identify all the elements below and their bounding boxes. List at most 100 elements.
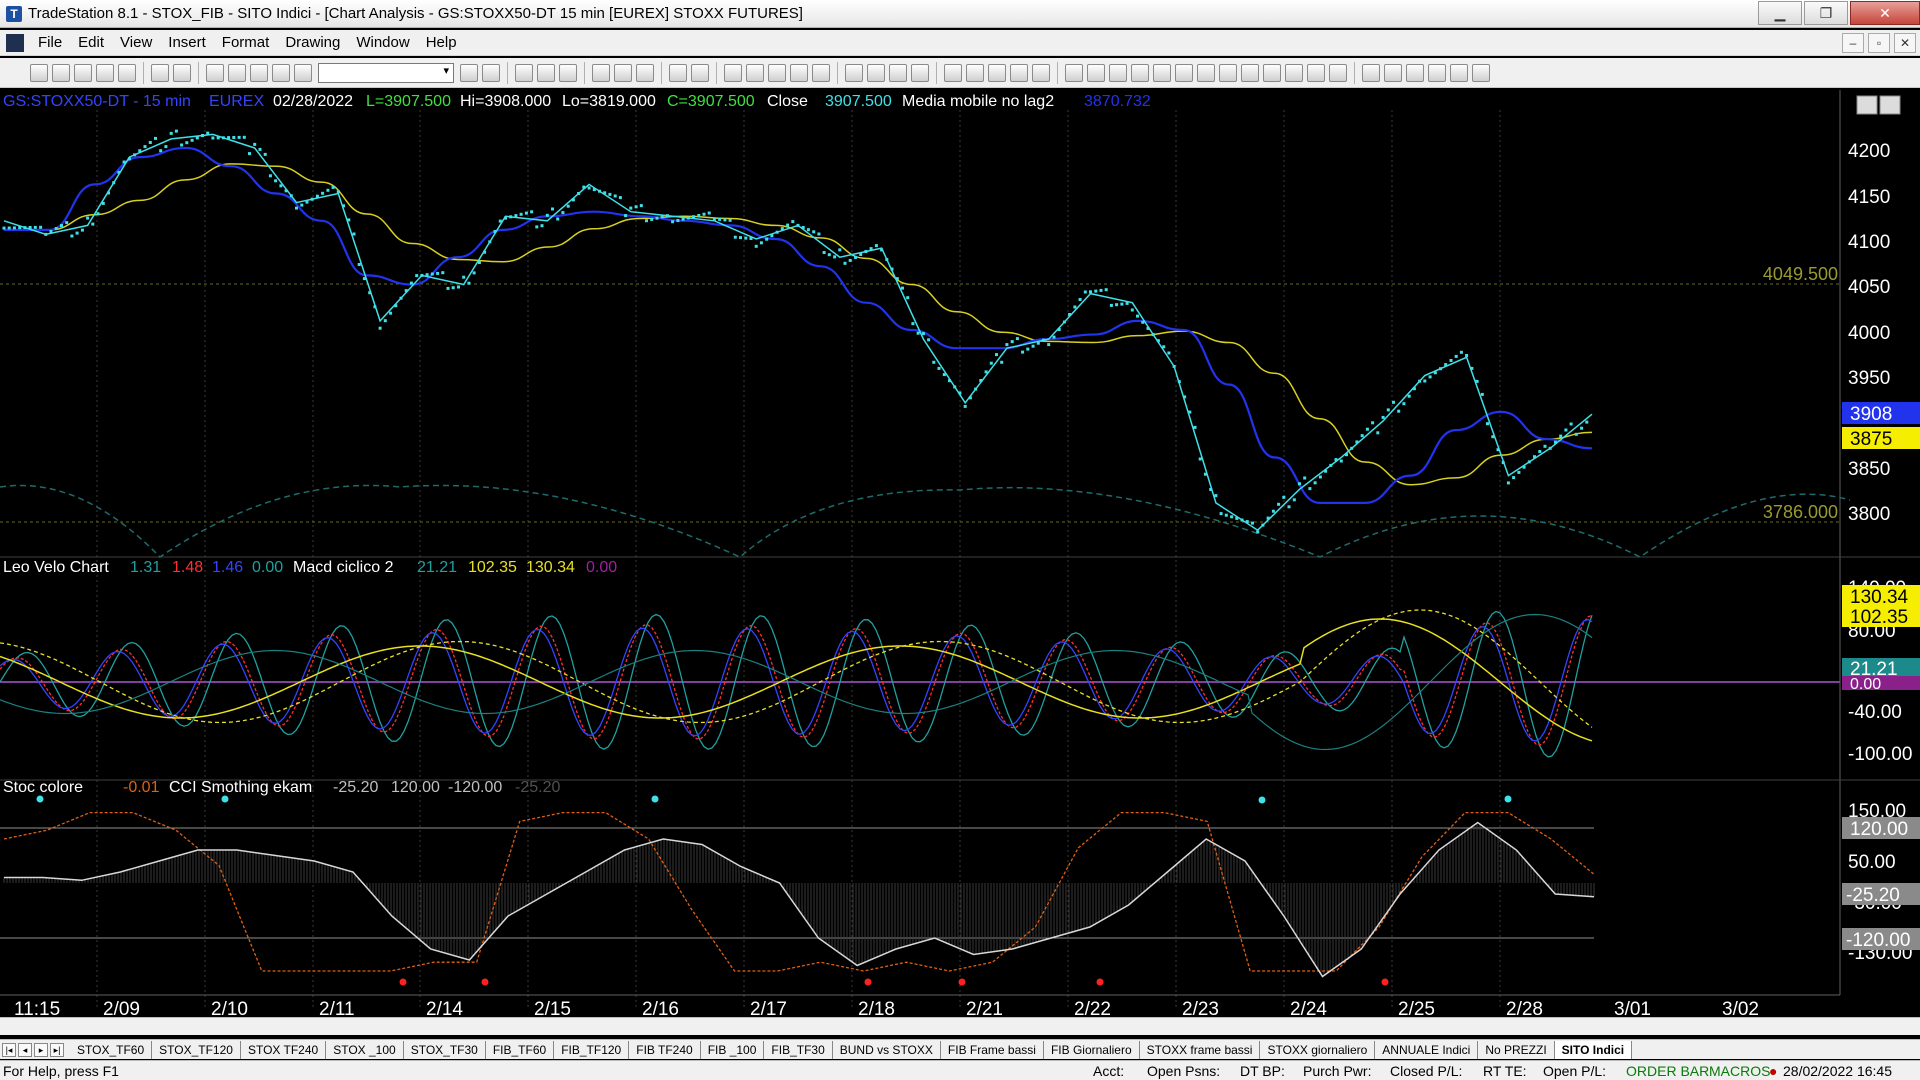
maximize-button[interactable]: ❐ [1804,1,1848,25]
tab-fib-tf60[interactable]: FIB_TF60 [486,1040,555,1059]
bar-spacing-icon[interactable] [845,63,863,82]
gann-fan-icon[interactable] [1219,63,1237,82]
symbol-dropdown[interactable]: ▾ [318,62,454,83]
trendline-icon[interactable] [1065,63,1083,82]
menu-window[interactable]: Window [348,34,417,51]
menu-format[interactable]: Format [214,34,278,51]
pane-restore-button[interactable] [1879,95,1901,115]
tile-icon[interactable] [206,63,224,82]
tab-prev-icon[interactable]: ◂ [18,1042,32,1057]
insert-strategy-icon[interactable] [614,63,632,82]
menu-help[interactable]: Help [418,34,465,51]
mdi-close-button[interactable]: ✕ [1894,33,1916,53]
tab-fib-tf30[interactable]: FIB_TF30 [764,1040,833,1059]
cursor-data-icon[interactable] [966,63,984,82]
regression-icon[interactable] [1362,63,1380,82]
volume-icon[interactable] [790,63,808,82]
tab-sito-indici[interactable]: SITO Indici [1554,1040,1633,1059]
pane-minimize-button[interactable] [1856,95,1878,115]
tab-fib-giornaliero[interactable]: FIB Giornaliero [1044,1040,1140,1059]
scroll-icon[interactable] [867,63,885,82]
arrow-icon[interactable] [1241,63,1259,82]
tab-annuale-indici[interactable]: ANNUALE Indici [1375,1040,1479,1059]
macros-indicator[interactable]: MACROS [1709,1063,1770,1079]
tab-fib-tf240[interactable]: FIB TF240 [629,1040,701,1059]
tab-stoxx-frame-bassi[interactable]: STOXX frame bassi [1140,1040,1261,1059]
data-window-icon[interactable] [812,63,830,82]
close-button[interactable]: ✕ [1850,1,1920,25]
tab-fib-frame-bassi[interactable]: FIB Frame bassi [941,1040,1044,1059]
new-icon[interactable] [30,63,48,82]
text-icon[interactable] [1472,63,1490,82]
lock-icon[interactable] [250,63,268,82]
fib-retracement-icon[interactable] [1153,63,1171,82]
rectangle-icon[interactable] [1450,63,1468,82]
up-arrow-icon[interactable] [1406,63,1424,82]
open-workspace-icon[interactable] [74,63,92,82]
arc-icon[interactable] [1307,63,1325,82]
vertical-line-icon[interactable] [1087,63,1105,82]
pointer-icon[interactable] [944,63,962,82]
menu-drawing[interactable]: Drawing [277,34,348,51]
tab-fib-tf120[interactable]: FIB_TF120 [554,1040,630,1059]
order-bar-indicator[interactable]: ORDER BAR [1626,1063,1709,1079]
cycle-icon[interactable] [1285,63,1303,82]
bar-style-icon[interactable] [724,63,742,82]
tab-last-icon[interactable]: ▸| [50,1042,64,1057]
save-workspace-icon[interactable] [118,63,136,82]
insert-analysis-icon[interactable] [592,63,610,82]
radarscreen-icon[interactable] [691,63,709,82]
horizontal-scrollbar[interactable] [0,1017,1920,1035]
line-style-icon[interactable] [768,63,786,82]
tab-fib-100[interactable]: FIB _100 [701,1040,765,1059]
candle-style-icon[interactable] [746,63,764,82]
minimize-button[interactable]: ▁ [1758,1,1802,25]
save-icon[interactable] [96,63,114,82]
print-icon[interactable] [151,63,169,82]
alert-icon[interactable] [1010,63,1028,82]
calculator-icon[interactable] [559,63,577,82]
cascade-icon[interactable] [228,63,246,82]
ellipse-icon[interactable] [1428,63,1446,82]
price-dot [101,201,105,205]
zoom-in-icon[interactable] [889,63,907,82]
go-arrow-icon[interactable] [460,63,478,82]
tab-stox-tf120[interactable]: STOX_TF120 [152,1040,241,1059]
menu-file[interactable]: File [30,34,70,51]
tab-stox-tf240[interactable]: STOX TF240 [241,1040,327,1059]
page-icon[interactable] [272,63,290,82]
pen-icon[interactable] [1329,63,1347,82]
tab-first-icon[interactable]: |◂ [2,1042,16,1057]
chart-analysis-icon[interactable] [669,63,687,82]
format-symbol-icon[interactable] [537,63,555,82]
help-icon[interactable] [1032,63,1050,82]
menu-insert[interactable]: Insert [160,34,214,51]
menu-view[interactable]: View [112,34,160,51]
horizontal-line-icon[interactable] [1109,63,1127,82]
tab-stox-tf30[interactable]: STOX_TF30 [404,1040,486,1059]
tab-stox-100[interactable]: STOX _100 [326,1040,404,1059]
tab-no-prezzi[interactable]: No PREZZI [1478,1040,1555,1059]
print-preview-icon[interactable] [173,63,191,82]
menu-edit[interactable]: Edit [70,34,112,51]
andrews-pitchfork-icon[interactable] [1263,63,1281,82]
zoom-out-icon[interactable] [911,63,929,82]
tab-bund-vs-stoxx[interactable]: BUND vs STOXX [833,1040,941,1059]
fib-extension-icon[interactable] [1175,63,1193,82]
tab-next-icon[interactable]: ▸ [34,1042,48,1057]
channel-icon[interactable] [1131,63,1149,82]
tab-stox-tf60[interactable]: STOX_TF60 [70,1040,153,1059]
tab-stoxx-giornaliero[interactable]: STOXX giornaliero [1260,1040,1376,1059]
tools-icon[interactable] [988,63,1006,82]
chart-analysis-window[interactable]: 4049.500 3786.000 GS:STOXX50-DT - 15 min… [0,90,1920,1025]
insert-indicator-icon[interactable] [636,63,654,82]
mdi-restore-button[interactable]: ▫ [1868,33,1890,53]
mdi-minimize-button[interactable]: – [1842,33,1864,53]
speed-lines-icon[interactable] [1197,63,1215,82]
globe-icon[interactable] [294,63,312,82]
format-window-icon[interactable] [515,63,533,82]
open-icon[interactable] [52,63,70,82]
search-icon[interactable] [482,63,500,82]
chart-document-icon[interactable] [6,33,24,52]
down-arrow-icon[interactable] [1384,63,1402,82]
